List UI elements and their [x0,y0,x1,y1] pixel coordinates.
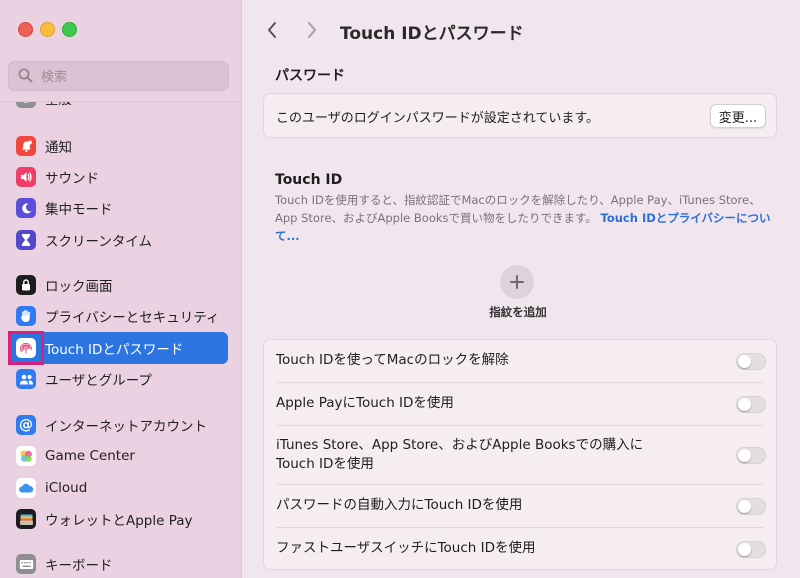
unlock-mac-toggle[interactable] [736,353,766,370]
toggle-knob [738,543,751,556]
hourglass-icon [16,230,36,250]
password-card: このユーザのログインパスワードが設定されています。 変更... [263,93,777,138]
lock-screen-icon [16,275,36,295]
wallet-icon [16,509,36,529]
sidebar-item-label: 通知 [45,140,72,156]
sidebar-item-label: ユーザとグループ [45,373,152,389]
password-status: このユーザのログインパスワードが設定されています。 [276,111,600,126]
option-row: ファストユーザスイッチにTouch IDを使用 [264,528,776,570]
sidebar-item-wallet-apple-pay[interactable]: ウォレットとApple Pay [8,503,228,535]
option-row: Touch IDを使ってMacのロックを解除 [264,340,776,382]
sidebar-item-label: iCloud [45,480,88,496]
sidebar-item-privacy-security[interactable]: プライバシーとセキュリティ [8,300,228,332]
touchid-heading: Touch ID [275,172,343,188]
plus-icon [510,275,524,289]
speaker-icon [16,167,36,187]
store-purchase-toggle[interactable] [736,447,766,464]
option-label: Touch IDを使ってMacのロックを解除 [276,352,509,368]
search-input[interactable] [39,66,223,88]
sidebar: 全般 通知 サウンド 集中モード スクリーンタイム ロック画面 [0,0,242,578]
sidebar-item-label: インターネットアカウント [45,419,207,435]
sidebar-item-users-groups[interactable]: ユーザとグループ [8,363,228,395]
sidebar-item-label: Game Center [45,448,135,464]
autofill-password-toggle[interactable] [736,498,766,515]
option-row: Apple PayにTouch IDを使用 [264,383,776,425]
sidebar-item-label: スクリーンタイム [45,234,153,250]
fingerprint-icon [16,338,36,358]
sidebar-item-label: キーボード [45,558,113,574]
sidebar-item-sound[interactable]: サウンド [8,161,228,193]
sidebar-item-label: 集中モード [45,202,113,218]
search-field[interactable] [8,61,229,91]
add-fingerprint-label: 指紋を追加 [489,305,547,319]
chevron-left-icon [268,22,276,38]
sidebar-item-lock-screen[interactable]: ロック画面 [8,269,228,301]
main-content: Touch IDとパスワード パスワード このユーザのログインパスワードが設定さ… [242,0,800,578]
search-icon [18,68,33,87]
keyboard-icon [16,554,36,574]
option-label: ファストユーザスイッチにTouch IDを使用 [276,540,536,556]
sidebar-item-screen-time[interactable]: スクリーンタイム [8,224,228,256]
sidebar-item-label: プライバシーとセキュリティ [45,310,220,326]
divider [0,101,241,102]
option-row: パスワードの自動入力にTouch IDを使用 [264,485,776,527]
toggle-knob [738,449,751,462]
sidebar-item-focus[interactable]: 集中モード [8,192,228,224]
minimize-window-button[interactable] [40,22,55,37]
sidebar-item-label: 全般 [45,92,72,108]
option-label: パスワードの自動入力にTouch IDを使用 [276,497,523,513]
touchid-description: Touch IDを使用すると、指紋認証でMacのロックを解除したり、Apple … [275,191,775,245]
moon-icon [16,198,36,218]
password-heading: パスワード [275,68,345,84]
cloud-icon [16,478,36,498]
add-fingerprint-button[interactable] [500,265,534,299]
option-label: Apple PayにTouch IDを使用 [276,395,454,411]
change-password-button[interactable]: 変更... [710,104,766,128]
option-row: iTunes Store、App Store、およびApple Booksでの購… [264,426,776,484]
gear-icon [16,101,36,108]
page-title: Touch IDとパスワード [340,24,524,44]
sidebar-item-notifications[interactable]: 通知 [8,130,228,162]
back-button[interactable] [260,18,284,42]
sidebar-item-touch-id-password[interactable]: Touch IDとパスワード [8,332,228,364]
touchid-options-card: Touch IDを使ってMacのロックを解除 Apple PayにTouch I… [263,339,777,570]
toggle-knob [738,500,751,513]
sidebar-item-general[interactable]: 全般 [8,92,228,108]
apple-pay-toggle[interactable] [736,396,766,413]
at-sign-icon: @ [16,415,36,435]
sidebar-item-label: ロック画面 [45,279,113,295]
sidebar-item-internet-accounts[interactable]: @ インターネットアカウント [8,409,228,441]
users-icon [16,369,36,389]
game-center-icon [16,446,36,466]
forward-button[interactable] [300,18,324,42]
hand-icon [16,306,36,326]
sidebar-item-game-center[interactable]: Game Center [8,440,228,472]
toggle-knob [738,355,751,368]
zoom-window-button[interactable] [62,22,77,37]
sidebar-item-label: ウォレットとApple Pay [45,513,193,529]
option-label: iTunes Store、App Store、およびApple Booksでの購… [276,437,644,472]
toggle-knob [738,398,751,411]
sidebar-item-keyboard[interactable]: キーボード [8,548,228,578]
sidebar-item-label: Touch IDとパスワード [45,342,184,358]
fast-user-switch-toggle[interactable] [736,541,766,558]
bell-icon [16,136,36,156]
sidebar-item-icloud[interactable]: iCloud [8,472,228,504]
sidebar-item-label: サウンド [45,171,99,187]
chevron-right-icon [308,22,316,38]
close-window-button[interactable] [18,22,33,37]
